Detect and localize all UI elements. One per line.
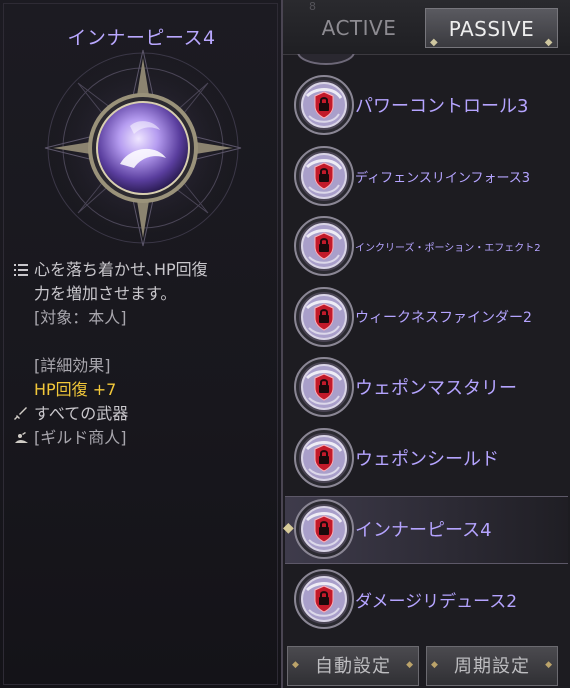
- skill-lock-icon: [294, 357, 354, 417]
- skill-lock-icon: [294, 75, 354, 135]
- skill-lock-icon: [294, 146, 354, 206]
- button-corner-icon: ◆: [406, 660, 414, 670]
- tab-active[interactable]: ACTIVE: [293, 8, 425, 48]
- skill-lock-icon: [294, 499, 354, 559]
- skill-list-panel: 8 ACTIVE ◆ PASSIVE ◆ パワーコントロール3 ディフェンスリイン…: [283, 0, 570, 688]
- merchant-icon: [14, 426, 34, 450]
- skill-list-item[interactable]: ウェポンマスタリー: [283, 352, 570, 422]
- button-corner-icon: ◆: [292, 660, 300, 670]
- skill-lock-icon: [294, 569, 354, 629]
- skill-detail-panel: インナーピース4 心を落ち着かせ､HP回復 力を増加させます。 [対象：本人] …: [0, 0, 283, 688]
- skill-name: ディフェンスリインフォース3: [355, 170, 531, 186]
- cycle-setting-button[interactable]: ◆ 周期設定 ◆: [426, 646, 558, 686]
- skill-lock-icon: [294, 216, 354, 276]
- description-line-1: 心を落ち着かせ､HP回復: [34, 260, 208, 279]
- partially-hidden-list-item: [295, 54, 555, 70]
- source-text: [ギルド商人]: [34, 428, 127, 447]
- tab-bar: 8 ACTIVE ◆ PASSIVE ◆: [283, 0, 570, 55]
- skill-name: パワーコントロール3: [355, 96, 529, 117]
- skill-lock-icon: [294, 428, 354, 488]
- effect-value: HP回復 +7: [34, 380, 117, 399]
- skill-list-item[interactable]: ウィークネスファインダー2: [283, 282, 570, 352]
- tab-passive-label: PASSIVE: [448, 17, 535, 41]
- button-corner-icon: ◆: [431, 660, 439, 670]
- skill-lock-icon: [294, 287, 354, 347]
- skill-title: インナーピース4: [67, 27, 216, 49]
- skill-description: 心を落ち着かせ､HP回復 力を増加させます。 [対象：本人] [詳細効果] HP…: [14, 258, 274, 450]
- skill-list-item[interactable]: ウェポンシールド: [283, 423, 570, 493]
- bottom-bar: ◆ 自動設定 ◆ ◆ 周期設定 ◆: [283, 643, 570, 688]
- target-text: [対象：本人]: [34, 308, 127, 327]
- skill-name: ウェポンシールド: [355, 449, 499, 470]
- skill-name: インナーピース4: [355, 520, 492, 541]
- skill-name: インクリーズ・ポーション・エフェクト2: [355, 242, 541, 254]
- skill-list-item[interactable]: ダメージリデュース2: [283, 564, 570, 634]
- skill-name: ウェポンマスタリー: [355, 378, 517, 399]
- detail-effect-header: [詳細効果]: [34, 356, 111, 375]
- sword-icon: [14, 402, 34, 426]
- skill-list-item[interactable]: ◆ インナーピース4: [283, 494, 570, 564]
- description-line-2: 力を増加させます。: [34, 284, 177, 303]
- skill-name: ウィークネスファインダー2: [355, 310, 532, 326]
- skill-list-item[interactable]: インクリーズ・ポーション・エフェクト2: [283, 211, 570, 281]
- weapon-text: すべての武器: [34, 404, 129, 423]
- tab-passive[interactable]: ◆ PASSIVE ◆: [425, 8, 558, 48]
- skill-list-item[interactable]: ディフェンスリインフォース3: [283, 141, 570, 211]
- skill-list-item[interactable]: パワーコントロール3: [283, 70, 570, 140]
- cycle-setting-label: 周期設定: [454, 656, 530, 677]
- skill-emblem: [44, 49, 242, 247]
- button-corner-icon: ◆: [545, 660, 553, 670]
- list-icon: [14, 258, 34, 282]
- auto-setting-label: 自動設定: [315, 656, 391, 677]
- auto-setting-button[interactable]: ◆ 自動設定 ◆: [287, 646, 419, 686]
- skill-name: ダメージリデュース2: [355, 591, 518, 612]
